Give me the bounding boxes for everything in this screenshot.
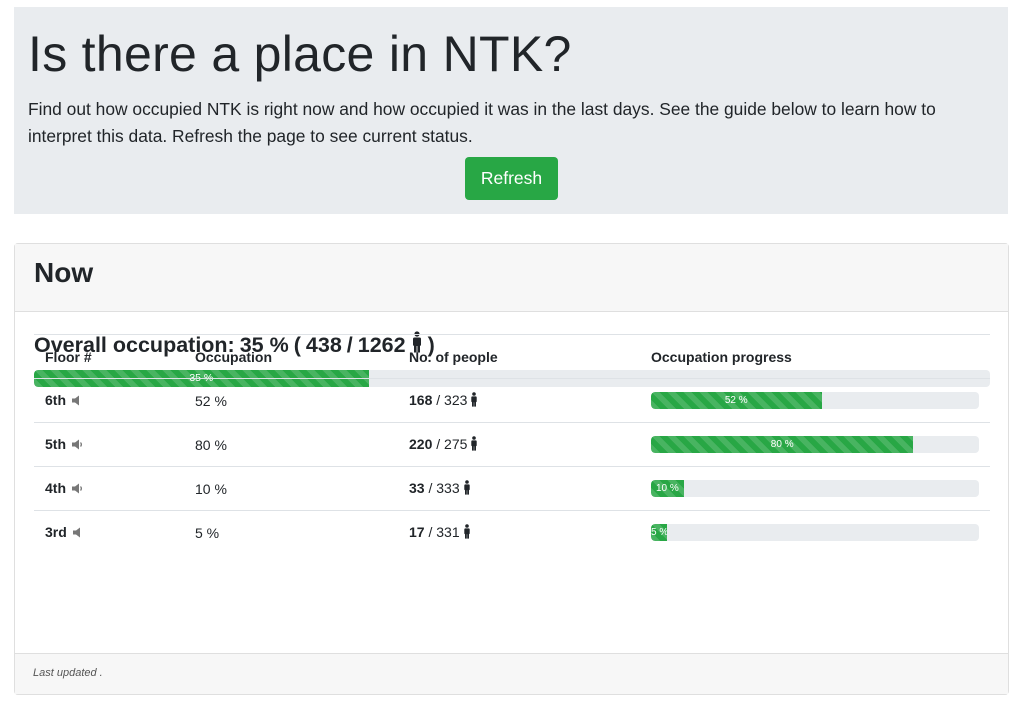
person-icon [463, 479, 471, 498]
hero-section: Is there a place in NTK? Find out how oc… [14, 7, 1008, 214]
progress-cell: 10 % [640, 466, 990, 511]
floor-capacity: / 323 [436, 391, 468, 408]
people-cell: 220 / 275 [398, 422, 640, 467]
floor-progress: 80 % [651, 436, 979, 453]
people-cell: 17 / 331 [398, 510, 640, 555]
floor-progress: 52 % [651, 392, 979, 409]
people-cell: 168 / 323 [398, 378, 640, 423]
speaker-low-icon[interactable] [72, 393, 81, 409]
floor-label: 6th [45, 392, 66, 408]
last-updated: Last updated . [15, 653, 1008, 694]
floor-progress-bar: 10 % [651, 480, 684, 497]
table-row: 4th 10 % 33 / 333 10 % [34, 466, 990, 511]
occupation-cell: 52 % [184, 378, 398, 423]
progress-cell: 52 % [640, 378, 990, 423]
people-count: 220 [409, 435, 433, 452]
person-icon [470, 435, 478, 454]
floor-progress-bar: 80 % [651, 436, 914, 453]
table-row: 5th 80 % 220 / 275 80 % [34, 422, 990, 467]
column-header-people: No. of people [398, 334, 640, 379]
floor-cell: 3rd [34, 510, 184, 555]
speaker-low-icon[interactable] [72, 525, 82, 541]
floor-progress-bar: 52 % [651, 392, 822, 409]
column-header-progress: Occupation progress [640, 334, 990, 379]
speaker-high-icon[interactable] [72, 481, 84, 497]
refresh-button[interactable]: Refresh [465, 157, 558, 200]
floor-progress: 5 % [651, 524, 979, 542]
floor-progress-bar: 5 % [651, 524, 668, 542]
now-card-header: Now [15, 244, 1008, 312]
occupation-cell: 80 % [184, 422, 398, 467]
floor-capacity: / 275 [436, 435, 468, 452]
floor-cell: 4th [34, 466, 184, 511]
table-row: 6th 52 % 168 / 323 52 % [34, 378, 990, 423]
floors-table: Floor # Occupation No. of people Occupat… [34, 334, 990, 555]
occupation-cell: 5 % [184, 510, 398, 555]
progress-cell: 5 % [640, 510, 990, 555]
table-row: 3rd 5 % 17 / 331 5 % [34, 510, 990, 555]
person-icon [470, 391, 478, 410]
speaker-high-icon[interactable] [72, 437, 84, 453]
now-card: Now Overall occupation: 35 % ( 438 / 126… [14, 243, 1009, 695]
people-count: 33 [409, 479, 425, 496]
people-count: 168 [409, 391, 433, 408]
floor-cell: 5th [34, 422, 184, 467]
page-title: Is there a place in NTK? [28, 26, 572, 82]
floor-capacity: / 331 [428, 523, 460, 540]
page-description: Find out how occupied NTK is right now a… [28, 99, 936, 146]
progress-cell: 80 % [640, 422, 990, 467]
floor-capacity: / 333 [428, 479, 460, 496]
column-header-occupation: Occupation [184, 334, 398, 379]
floor-label: 4th [45, 480, 66, 496]
floor-label: 3rd [45, 524, 67, 541]
people-cell: 33 / 333 [398, 466, 640, 511]
occupation-cell: 10 % [184, 466, 398, 511]
column-header-floor: Floor # [34, 334, 184, 379]
people-count: 17 [409, 523, 425, 540]
person-icon [463, 523, 471, 542]
floor-progress: 10 % [651, 480, 979, 497]
now-title: Now [34, 257, 94, 288]
floor-cell: 6th [34, 378, 184, 423]
floor-label: 5th [45, 436, 66, 452]
